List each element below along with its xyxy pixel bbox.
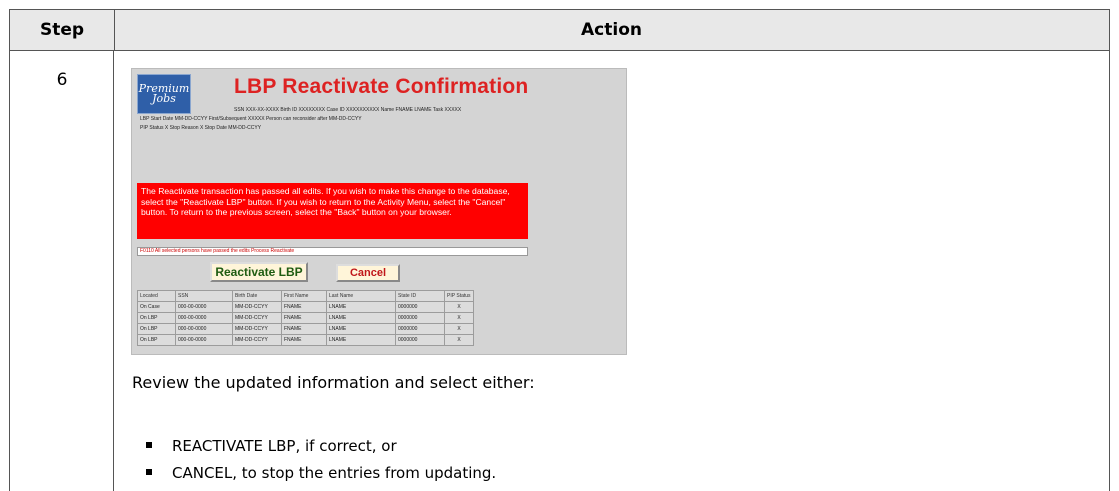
table-row: On LBP 000-00-0000 MM-DD-CCYY FNAME LNAM… xyxy=(137,312,474,324)
step-cell: 6 xyxy=(9,50,114,491)
app-screenshot: Premium Jobs LBP Reactivate Confirmation… xyxy=(131,68,627,355)
grid-cell: FNAME xyxy=(281,323,327,335)
grid-cell: 0000000 xyxy=(395,312,445,324)
premium-jobs-logo: Premium Jobs xyxy=(137,74,191,114)
header-step: Step xyxy=(10,10,115,50)
table-row: On LBP 000-00-0000 MM-DD-CCYY FNAME LNAM… xyxy=(137,334,474,346)
grid-header-cell: First Name xyxy=(281,290,327,302)
confirmation-message: The Reactivate transaction has passed al… xyxy=(137,183,528,239)
grid-cell: 000-00-0000 xyxy=(175,312,233,324)
grid-cell: 0000000 xyxy=(395,334,445,346)
grid-header-cell: PIP Status xyxy=(444,290,474,302)
instruction-caption: Review the updated information and selec… xyxy=(132,373,535,392)
grid-cell: LNAME xyxy=(326,301,396,313)
grid-cell: MM-DD-CCYY xyxy=(232,301,282,313)
grid-cell: MM-DD-CCYY xyxy=(232,334,282,346)
grid-cell: LNAME xyxy=(326,312,396,324)
grid-cell: X xyxy=(444,301,474,313)
grid-cell: LNAME xyxy=(326,323,396,335)
grid-header-cell: SSN xyxy=(175,290,233,302)
page-title: LBP Reactivate Confirmation xyxy=(234,75,529,98)
bullet-text: REACTIVATE LBP, if correct, or xyxy=(172,437,397,455)
grid-header-cell: State ID xyxy=(395,290,445,302)
bullet-text: CANCEL, to stop the entries from updatin… xyxy=(172,464,497,482)
grid-cell: 000-00-0000 xyxy=(175,334,233,346)
grid-cell: On Case xyxy=(137,301,176,313)
table-row: On Case 000-00-0000 MM-DD-CCYY FNAME LNA… xyxy=(137,301,474,313)
cancel-button[interactable]: Cancel xyxy=(336,264,400,282)
grid-cell: X xyxy=(444,334,474,346)
info-line-2: LBP Start Date MM-DD-CCYY First/Subseque… xyxy=(140,116,362,122)
grid-cell: MM-DD-CCYY xyxy=(232,323,282,335)
status-message-field: F0110 All selected persons have passed t… xyxy=(137,247,528,256)
grid-cell: X xyxy=(444,312,474,324)
grid-cell: FNAME xyxy=(281,312,327,324)
grid-header-cell: Birth Date xyxy=(232,290,282,302)
grid-cell: On LBP xyxy=(137,334,176,346)
persons-grid: Located SSN Birth Date First Name Last N… xyxy=(137,290,474,346)
grid-cell: MM-DD-CCYY xyxy=(232,312,282,324)
grid-cell: On LBP xyxy=(137,312,176,324)
info-line-3: PIP Status X Stop Reason X Stop Date MM-… xyxy=(140,125,262,131)
bullet-square-icon xyxy=(146,469,152,475)
grid-cell: 0000000 xyxy=(395,301,445,313)
grid-header-cell: Located xyxy=(137,290,176,302)
step-number: 6 xyxy=(56,70,68,90)
header-action: Action xyxy=(581,20,642,40)
grid-cell: 000-00-0000 xyxy=(175,301,233,313)
table-row: On LBP 000-00-0000 MM-DD-CCYY FNAME LNAM… xyxy=(137,323,474,335)
grid-header-row: Located SSN Birth Date First Name Last N… xyxy=(137,290,474,302)
bullet-square-icon xyxy=(146,442,152,448)
grid-cell: X xyxy=(444,323,474,335)
info-line-1: SSN XXX-XX-XXXX Birth ID XXXXXXXX Case I… xyxy=(234,107,462,113)
grid-cell: 000-00-0000 xyxy=(175,323,233,335)
table-header-row: Step Action xyxy=(9,9,1110,51)
grid-cell: 0000000 xyxy=(395,323,445,335)
reactivate-lbp-button[interactable]: Reactivate LBP xyxy=(210,262,308,282)
grid-header-cell: Last Name xyxy=(326,290,396,302)
grid-cell: FNAME xyxy=(281,301,327,313)
grid-cell: LNAME xyxy=(326,334,396,346)
grid-cell: FNAME xyxy=(281,334,327,346)
grid-cell: On LBP xyxy=(137,323,176,335)
